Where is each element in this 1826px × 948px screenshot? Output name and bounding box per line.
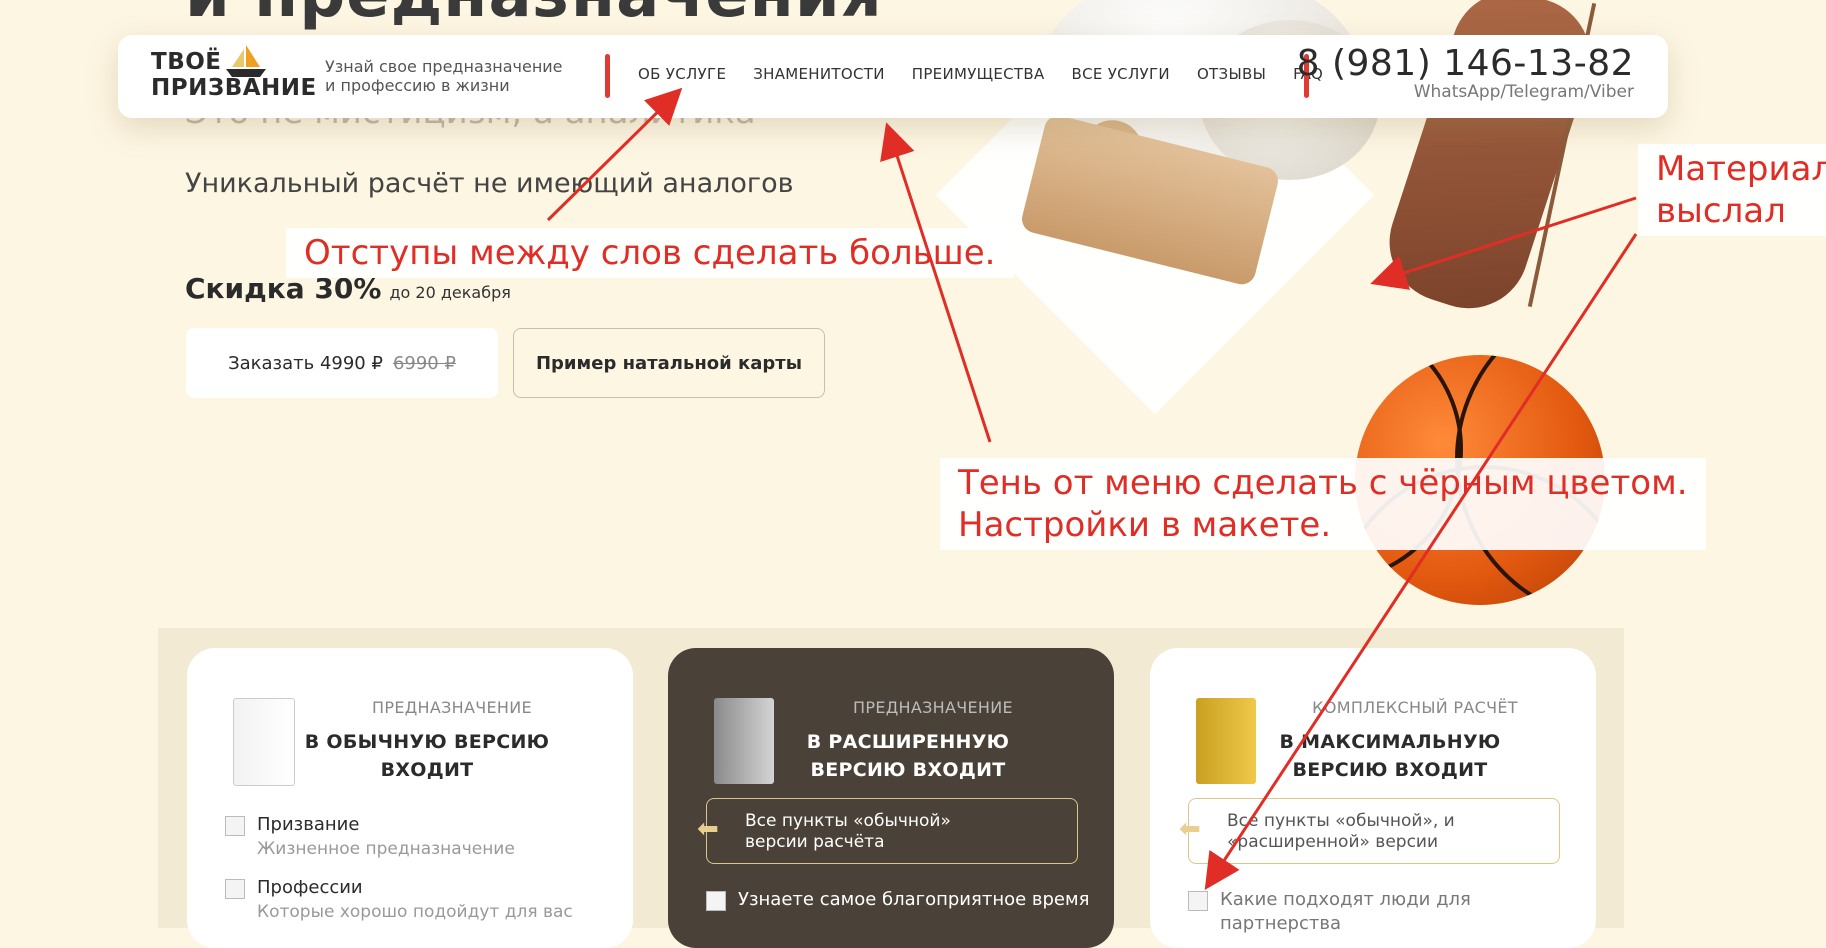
feature-item: Узнаете самое благоприятное время (706, 888, 1089, 912)
divider-left (605, 54, 610, 98)
card-extended: ПРЕДНАЗНАЧЕНИЕ В РАСШИРЕННУЮ ВЕРСИЮ ВХОД… (668, 648, 1114, 948)
feature-item: Призвание Жизненное предназначение (225, 813, 515, 861)
feature-subtitle: Жизненное предназначение (257, 839, 515, 859)
card-category: ПРЕДНАЗНАЧЕНИЕ (372, 698, 532, 717)
annotation-shadow-line2: Настройки в макете. (958, 505, 1332, 545)
book-icon (1196, 698, 1256, 784)
arrow-left-icon: ⬅ (1179, 814, 1201, 844)
card-basic: ПРЕДНАЗНАЧЕНИЕ В ОБЫЧНУЮ ВЕРСИЮ ВХОДИТ П… (187, 648, 633, 948)
phone-block[interactable]: 8 (981) 146-13-82 WhatsApp/Telegram/Vibe… (1297, 43, 1634, 102)
feature-icon (225, 816, 245, 836)
annotation-shadow: Тень от меню сделать с чёрным цветом. На… (940, 458, 1706, 550)
arrow-left-icon: ⬅ (697, 814, 719, 844)
annotation-shadow-line1: Тень от меню сделать с чёрным цветом. (958, 463, 1688, 503)
card-title-line2: ВЕРСИЮ ВХОДИТ (810, 759, 1006, 781)
tagline: Узнай свое предназначение и профессию в … (325, 57, 563, 95)
hero-unique-text: Уникальный расчёт не имеющий аналогов (185, 168, 794, 199)
box-line2: «расширенной» версии (1227, 832, 1439, 852)
nav-reviews[interactable]: ОТЗЫВЫ (1197, 65, 1266, 83)
included-box: ⬅ Все пункты «обычной» версии расчёта (697, 798, 1078, 864)
book-icon (714, 698, 774, 784)
feature-title: Призвание (257, 814, 360, 835)
feature-title: Узнаете самое благоприятное время (738, 889, 1090, 910)
natal-chart-example-button[interactable]: Пример натальной карты (513, 328, 825, 398)
order-price: Заказать 4990 ₽ (228, 352, 383, 374)
annotation-spacing: Отступы между слов сделать больше. (286, 228, 1014, 278)
site-header: ТВОЁ ПРИЗВАНИЕ Узнай свое предназначение… (118, 35, 1668, 118)
feature-subtitle: Которые хорошо подойдут для вас (257, 902, 573, 922)
order-button[interactable]: Заказать 4990 ₽ 6990 ₽ (186, 328, 498, 398)
nav-celebrities[interactable]: ЗНАМЕНИТОСТИ (753, 65, 885, 83)
box-line1: Все пункты «обычной», и (1227, 811, 1455, 831)
card-title-line2: ВЕРСИЮ ВХОДИТ (1292, 759, 1488, 781)
phone-messengers: WhatsApp/Telegram/Viber (1413, 82, 1634, 102)
card-category: КОМПЛЕКСНЫЙ РАСЧЁТ (1312, 698, 1518, 717)
box-line1: Все пункты «обычной» (745, 811, 951, 831)
tagline-line2: и профессию в жизни (325, 76, 510, 95)
tagline-line1: Узнай свое предназначение (325, 57, 563, 76)
feature-title: Какие подходят люди для партнерства (1220, 889, 1471, 934)
discount-deadline: до 20 декабря (389, 283, 511, 302)
card-max: КОМПЛЕКСНЫЙ РАСЧЁТ В МАКСИМАЛЬНУЮ ВЕРСИЮ… (1150, 648, 1596, 948)
feature-title: Профессии (257, 877, 363, 898)
feature-icon (706, 891, 726, 911)
card-title: В РАСШИРЕННУЮ ВЕРСИЮ ВХОДИТ (778, 728, 1038, 784)
nav-advantages[interactable]: ПРЕИМУЩЕСТВА (912, 65, 1045, 83)
annotation-material: Материал выслал (1638, 144, 1826, 236)
card-title-line1: В РАСШИРЕННУЮ (806, 731, 1010, 753)
boat-icon (226, 45, 266, 77)
main-nav: ОБ УСЛУГЕ ЗНАМЕНИТОСТИ ПРЕИМУЩЕСТВА ВСЕ … (638, 65, 1323, 83)
box-line2: версии расчёта (745, 832, 885, 852)
nav-all-services[interactable]: ВСЕ УСЛУГИ (1072, 65, 1170, 83)
feature-item: Профессии Которые хорошо подойдут для ва… (225, 876, 573, 924)
book-icon (233, 698, 295, 786)
card-title-line1: В МАКСИМАЛЬНУЮ (1279, 731, 1501, 753)
card-title-line2: ВХОДИТ (380, 759, 474, 781)
phone-number[interactable]: 8 (981) 146-13-82 (1297, 43, 1634, 84)
card-category: ПРЕДНАЗНАЧЕНИЕ (853, 698, 1013, 717)
feature-icon (225, 879, 245, 899)
hero-title: и предназначения (185, 0, 883, 32)
included-box: ⬅ Все пункты «обычной», и «расширенной» … (1179, 798, 1560, 864)
annotation-material-line1: Материал (1656, 149, 1826, 189)
card-title-line1: В ОБЫЧНУЮ ВЕРСИЮ (304, 731, 550, 753)
annotation-material-line2: выслал (1656, 191, 1786, 231)
card-title: В МАКСИМАЛЬНУЮ ВЕРСИЮ ВХОДИТ (1260, 728, 1520, 784)
feature-item: Какие подходят люди для партнерства (1188, 888, 1596, 936)
feature-icon (1188, 891, 1208, 911)
nav-about[interactable]: ОБ УСЛУГЕ (638, 65, 726, 83)
card-title: В ОБЫЧНУЮ ВЕРСИЮ ВХОДИТ (297, 728, 557, 784)
order-old-price: 6990 ₽ (392, 352, 456, 374)
